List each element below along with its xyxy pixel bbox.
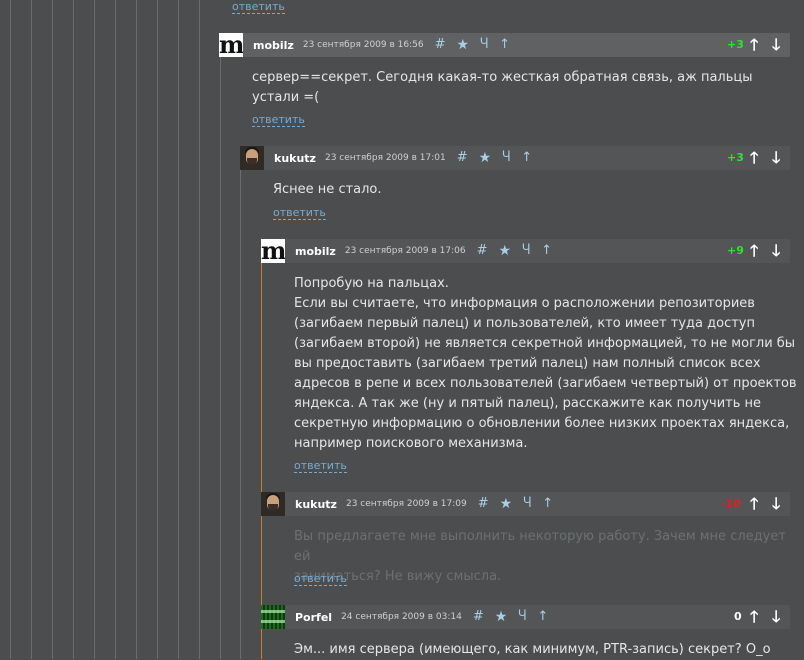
matrix-avatar[interactable] — [261, 605, 285, 629]
comment-line: Вы предлагаете мне выполнить некоторую р… — [294, 529, 786, 564]
comment-author[interactable]: mobilz — [295, 245, 336, 258]
comment-score: +3 — [727, 38, 744, 51]
arrow-up-icon[interactable]: 🡑 — [750, 609, 758, 625]
hash-icon[interactable]: # — [435, 38, 446, 52]
comment-line: яндекса. А так же (ну и пятый палец), ра… — [294, 396, 762, 411]
comment-author[interactable]: mobilz — [253, 39, 294, 52]
thread-line — [94, 0, 95, 659]
parent-link-icon[interactable]: Ⴗ — [502, 151, 510, 165]
m-logo-avatar[interactable]: m — [261, 239, 285, 263]
star-icon[interactable]: ★ — [495, 610, 508, 624]
comment-body: Эм... имя сервера (имеющего, как минимум… — [294, 640, 799, 660]
comment-header: m mobilz 23 сентября 2009 в 16:56 # ★ Ⴗ … — [219, 33, 790, 57]
comment-score: -10 — [721, 497, 741, 510]
thread-line — [136, 0, 137, 659]
up-icon[interactable]: ↑ — [541, 244, 552, 258]
star-icon[interactable]: ★ — [457, 38, 470, 52]
hash-icon[interactable]: # — [478, 497, 489, 511]
thread-line — [52, 0, 53, 659]
comment-author[interactable]: Porfel — [295, 611, 332, 624]
up-icon[interactable]: ↑ — [499, 38, 510, 52]
arrow-up-icon[interactable]: 🡑 — [750, 496, 758, 512]
comment-line: (загибаем первый палец) и пользователей,… — [294, 316, 755, 331]
hash-icon[interactable]: # — [477, 244, 488, 258]
parent-link-icon[interactable]: Ⴗ — [522, 244, 530, 258]
comment-line: заниматься? Не вижу смысла. — [294, 569, 502, 584]
comment-body: сервер==секрет. Сегодня какая-то жесткая… — [252, 68, 792, 108]
thread-line — [31, 0, 32, 659]
star-icon[interactable]: ★ — [499, 244, 512, 258]
arrow-down-icon[interactable]: 🡓 — [772, 150, 780, 166]
thread-line — [178, 0, 179, 659]
comment-header: Porfel 24 сентября 2009 в 03:14 # ★ Ⴗ ↑ — [261, 605, 790, 629]
comment-date: 24 сентября 2009 в 03:14 — [341, 612, 462, 622]
comment-author[interactable]: kukutz — [274, 152, 316, 165]
star-icon[interactable]: ★ — [500, 497, 513, 511]
user-photo-avatar[interactable] — [240, 146, 264, 170]
arrow-up-icon[interactable]: 🡑 — [750, 243, 758, 259]
comment-line: сервер==секрет. Сегодня какая-то жесткая… — [252, 70, 753, 105]
reply-link[interactable]: ответить — [252, 114, 305, 127]
thread-line — [115, 0, 116, 659]
comment-header: m mobilz 23 сентября 2009 в 17:06 # ★ Ⴗ … — [261, 239, 790, 263]
comment-line: Яснее не стало. — [273, 182, 382, 197]
comment-date: 23 сентября 2009 в 16:56 — [302, 40, 424, 50]
m-logo-avatar[interactable]: m — [219, 33, 243, 57]
reply-link[interactable]: ответить — [294, 460, 347, 473]
reply-link[interactable]: ответить — [232, 1, 285, 14]
arrow-down-icon[interactable]: 🡓 — [772, 496, 780, 512]
arrow-up-icon[interactable]: 🡑 — [750, 37, 758, 53]
thread-line — [220, 57, 221, 659]
parent-link-icon[interactable]: Ⴗ — [523, 497, 531, 511]
thread-line — [10, 0, 11, 659]
thread-line — [240, 170, 241, 659]
star-icon[interactable]: ★ — [479, 151, 492, 165]
thread-line — [73, 0, 74, 659]
up-icon[interactable]: ↑ — [537, 610, 548, 624]
reply-link[interactable]: ответить — [273, 207, 326, 220]
comment-score: +3 — [727, 151, 744, 164]
user-photo-avatar[interactable] — [261, 492, 285, 516]
comment-date: 23 сентября 2009 в 17:06 — [344, 246, 466, 256]
comment-line: вы предоставить (загибаем третий палец) … — [294, 356, 761, 371]
comment-author[interactable]: kukutz — [295, 498, 337, 511]
arrow-up-icon[interactable]: 🡑 — [750, 150, 758, 166]
comment-date: 23 сентября 2009 в 17:09 — [345, 499, 467, 509]
comment-line: (загибаем второй) не является секретной … — [294, 336, 796, 351]
parent-link-icon[interactable]: Ⴗ — [518, 610, 526, 624]
comment-body: Яснее не стало. — [273, 180, 783, 200]
up-icon[interactable]: ↑ — [542, 497, 553, 511]
arrow-down-icon[interactable]: 🡓 — [772, 609, 780, 625]
arrow-down-icon[interactable]: 🡓 — [772, 243, 780, 259]
comment-header: kukutz 23 сентября 2009 в 17:09 # ★ Ⴗ ↑ — [261, 492, 790, 516]
hash-icon[interactable]: # — [473, 610, 484, 624]
comment-body: Вы предлагаете мне выполнить некоторую р… — [294, 527, 799, 587]
comment-date: 23 сентября 2009 в 17:01 — [324, 153, 446, 163]
comment-line: Если вы считаете, что информация о распо… — [294, 296, 755, 311]
comment-line: например поискового механизма. — [294, 436, 528, 451]
thread-line — [157, 0, 158, 659]
comment-score: +9 — [727, 244, 744, 257]
up-icon[interactable]: ↑ — [521, 151, 532, 165]
hash-icon[interactable]: # — [457, 151, 468, 165]
thread-line-active — [261, 263, 262, 659]
comment-header: kukutz 23 сентября 2009 в 17:01 # ★ Ⴗ ↑ — [240, 146, 790, 170]
reply-link[interactable]: ответить — [294, 573, 347, 586]
comment-line: Попробую на пальцах. — [294, 276, 449, 291]
parent-link-icon[interactable]: Ⴗ — [480, 38, 488, 52]
thread-line — [199, 0, 200, 659]
comment-line: Эм... имя сервера (имеющего, как минимум… — [294, 642, 771, 657]
comment-line: секретную информацию о обновлении более … — [294, 416, 790, 431]
comment-body: Попробую на пальцах. Если вы считаете, ч… — [294, 274, 799, 454]
comment-score: 0 — [734, 610, 742, 623]
arrow-down-icon[interactable]: 🡓 — [772, 37, 780, 53]
comment-line: адресов в репе и всех пользователей (заг… — [294, 376, 797, 391]
